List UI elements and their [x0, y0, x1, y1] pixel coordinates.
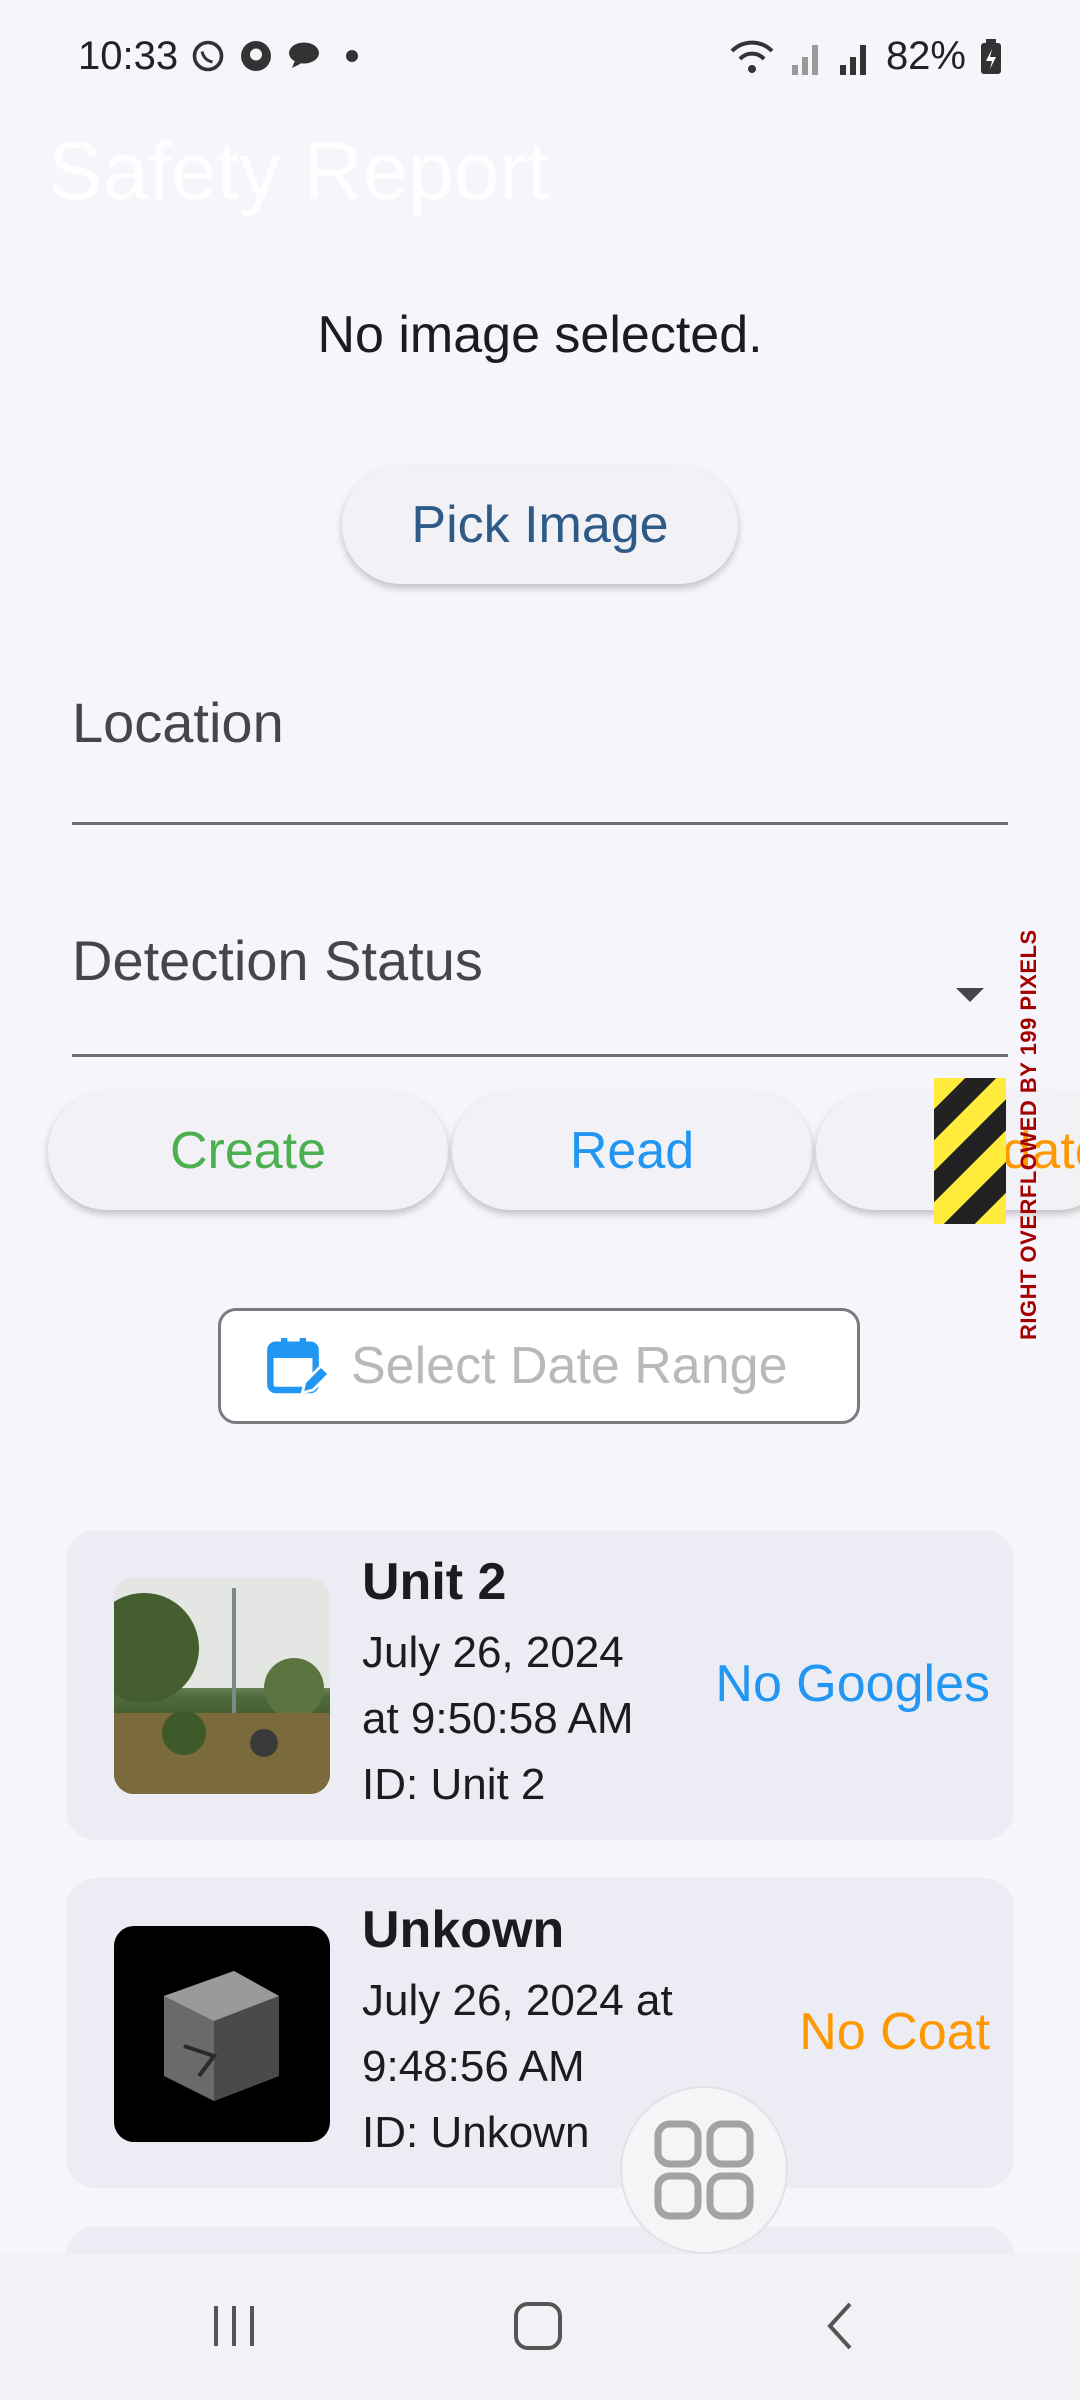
battery-percent: 82%: [885, 34, 966, 78]
back-icon[interactable]: [814, 2298, 870, 2354]
overflow-warning: RIGHT OVERFLOWED BY 199 PIXELS: [1002, 929, 1042, 1344]
object-photo: [164, 1971, 279, 2101]
detection-status-underline[interactable]: [72, 1054, 1008, 1057]
report-thumbnail: [114, 1578, 330, 1794]
report-detection-status: No Coat: [799, 2003, 990, 2061]
system-status: 82%: [728, 34, 1002, 79]
wifi-icon: [730, 40, 774, 73]
report-id: ID: Unit 2: [362, 1760, 546, 1809]
calendar-edit-icon: [267, 1338, 329, 1395]
detection-status-label[interactable]: Detection Status: [72, 928, 483, 993]
signal-icon: [791, 44, 818, 75]
overflow-stripes: [934, 1078, 1006, 1224]
overflow-warning-text: RIGHT OVERFLOWED BY 199 PIXELS: [1016, 929, 1041, 1340]
system-navigation-bar: [0, 2254, 1080, 2400]
home-icon[interactable]: [508, 2298, 572, 2354]
github-icon: [241, 41, 271, 71]
whatsapp-icon: [192, 40, 224, 72]
report-date: July 26, 2024 at: [362, 1976, 673, 2025]
notification-icons: [190, 38, 370, 74]
read-button[interactable]: Read: [452, 1092, 812, 1210]
dropdown-arrow-icon[interactable]: [956, 988, 984, 1002]
status-time: 10:33: [78, 34, 179, 78]
pick-image-button[interactable]: Pick Image: [342, 466, 738, 584]
apps-fab-button[interactable]: [622, 2088, 786, 2252]
create-button[interactable]: Create: [48, 1092, 448, 1210]
report-time: at 9:50:58 AM: [362, 1694, 634, 1743]
park-photo: [114, 1578, 330, 1794]
chat-icon: [289, 42, 319, 68]
location-input-underline[interactable]: [72, 822, 1008, 825]
select-date-range-button[interactable]: Select Date Range: [218, 1308, 860, 1424]
report-title: Unit 2: [362, 1553, 507, 1611]
image-status-text: No image selected.: [317, 306, 763, 364]
battery-icon: [981, 38, 1001, 74]
recent-apps-icon[interactable]: [206, 2298, 262, 2354]
report-card[interactable]: Unit 2 July 26, 2024 at 9:50:58 AM ID: U…: [66, 1530, 1014, 1840]
report-date: July 26, 2024: [362, 1628, 624, 1677]
date-range-label: Select Date Range: [351, 1337, 788, 1395]
dot-icon: [346, 50, 358, 62]
report-detection-status: No Googles: [715, 1655, 990, 1713]
report-card[interactable]: Unkown July 26, 2024 at 9:48:56 AM ID: U…: [66, 1878, 1014, 2188]
status-bar: 10:33 82%: [0, 0, 1080, 120]
report-title: Unkown: [362, 1901, 565, 1959]
location-field-label[interactable]: Location: [72, 690, 284, 755]
report-thumbnail: [114, 1926, 330, 2142]
grid-icon: [654, 2120, 754, 2220]
report-id: ID: Unkown: [362, 2108, 590, 2157]
app-title: Safety Report: [48, 126, 550, 217]
signal-icon: [839, 44, 866, 75]
report-time: 9:48:56 AM: [362, 2042, 585, 2091]
